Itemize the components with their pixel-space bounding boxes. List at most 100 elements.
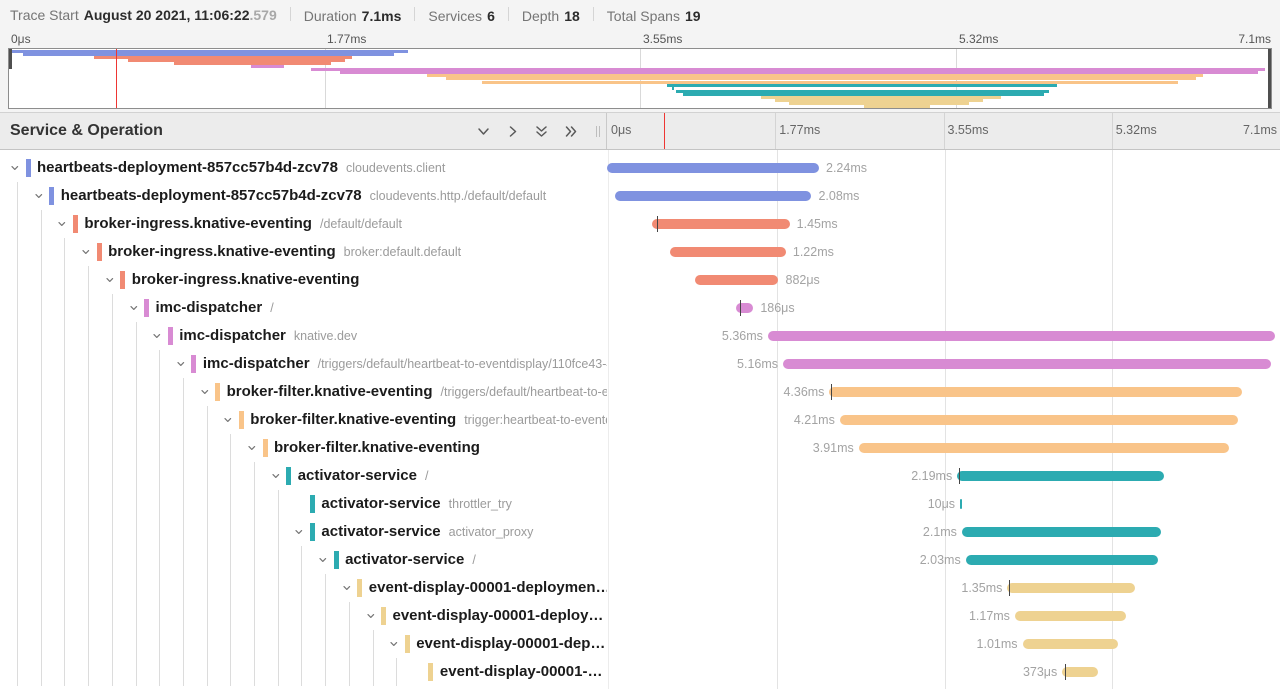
span-row[interactable]: broker-ingress.knative-eventing/default/… <box>0 210 1280 238</box>
span-bar[interactable] <box>829 387 1242 397</box>
expand-all-button[interactable] <box>560 121 580 141</box>
span-row[interactable]: event-display-00001-…373μs <box>0 658 1280 686</box>
minimap-right-handle[interactable] <box>1268 49 1271 108</box>
span-row[interactable]: event-display-00001-dep…1.01ms <box>0 630 1280 658</box>
trace-start-label: Trace Start <box>10 7 79 23</box>
span-log-marker <box>1065 664 1066 680</box>
operation-name: cloudevents.client <box>346 161 445 175</box>
operation-name: / <box>472 553 475 567</box>
span-duration-label: 3.91ms <box>813 434 854 462</box>
chevron-down-icon[interactable] <box>389 638 401 650</box>
span-row[interactable]: activator-servicethrottler_try10μs <box>0 490 1280 518</box>
span-row[interactable]: activator-service/2.03ms <box>0 546 1280 574</box>
span-bar[interactable] <box>859 443 1229 453</box>
column-resizer[interactable] <box>594 113 602 149</box>
span-row[interactable]: activator-service/2.19ms <box>0 462 1280 490</box>
chevron-down-icon[interactable] <box>318 554 330 566</box>
tree-indent-guide <box>112 378 113 406</box>
span-row[interactable]: imc-dispatcher/triggers/default/heartbea… <box>0 350 1280 378</box>
tree-indent-guide <box>64 238 65 266</box>
span-name-cell: imc-dispatcher/ <box>0 294 607 322</box>
span-row[interactable]: broker-filter.knative-eventing/triggers/… <box>0 378 1280 406</box>
chevron-down-icon[interactable] <box>57 218 69 230</box>
span-row[interactable]: imc-dispatcherknative.dev5.36ms <box>0 322 1280 350</box>
span-bar[interactable] <box>962 527 1161 537</box>
span-row[interactable]: heartbeats-deployment-857cc57b4d-zcv78cl… <box>0 182 1280 210</box>
double-chevron-right-icon <box>563 124 578 139</box>
chevron-down-icon[interactable] <box>129 302 141 314</box>
tree-indent-guide <box>230 546 231 574</box>
span-row[interactable]: heartbeats-deployment-857cc57b4d-zcv78cl… <box>0 154 1280 182</box>
span-bar[interactable] <box>615 191 812 201</box>
tree-indent-guide <box>136 602 137 630</box>
tree-indent-guide <box>17 266 18 294</box>
span-row[interactable]: event-display-00001-deploymen…1.35ms <box>0 574 1280 602</box>
span-bar[interactable] <box>960 499 962 509</box>
span-row[interactable]: broker-filter.knative-eventing3.91ms <box>0 434 1280 462</box>
tree-indent-guide <box>41 210 42 238</box>
span-bar[interactable] <box>966 555 1158 565</box>
collapse-one-button[interactable] <box>473 121 493 141</box>
span-row[interactable]: event-display-00001-deploy…1.17ms <box>0 602 1280 630</box>
span-bar[interactable] <box>783 359 1271 369</box>
tree-indent-guide <box>278 518 279 546</box>
span-bar[interactable] <box>736 303 754 313</box>
chevron-down-icon[interactable] <box>223 414 235 426</box>
tree-indent-guide <box>136 574 137 602</box>
span-bar[interactable] <box>957 471 1164 481</box>
span-bar[interactable] <box>695 275 778 285</box>
tree-indent-guide <box>41 490 42 518</box>
span-row[interactable]: broker-ingress.knative-eventingbroker:de… <box>0 238 1280 266</box>
span-bar[interactable] <box>652 219 789 229</box>
chevron-down-icon[interactable] <box>176 358 188 370</box>
chevron-down-icon[interactable] <box>271 470 283 482</box>
chevron-down-icon[interactable] <box>294 526 306 538</box>
chevron-down-icon[interactable] <box>10 162 22 174</box>
tree-indent-guide <box>183 518 184 546</box>
span-row[interactable]: broker-filter.knative-eventingtrigger:he… <box>0 406 1280 434</box>
tree-indent-guide <box>64 350 65 378</box>
tree-controls <box>473 121 580 141</box>
tree-indent-guide <box>278 490 279 518</box>
service-name-text: activator-service <box>345 551 464 568</box>
summary-item: Services6 <box>428 8 494 24</box>
chevron-down-icon[interactable] <box>247 442 259 454</box>
span-bar[interactable] <box>1062 667 1097 677</box>
span-bar[interactable] <box>1023 639 1119 649</box>
span-row[interactable]: activator-serviceactivator_proxy2.1ms <box>0 518 1280 546</box>
trace-start-value: August 20 2021, 11:06:22.579 <box>84 7 277 23</box>
span-duration-label: 5.16ms <box>737 350 778 378</box>
span-duration-label: 2.08ms <box>818 182 859 210</box>
chevron-down-glyph <box>342 583 354 595</box>
minimap-left-handle[interactable] <box>9 49 12 69</box>
span-bar[interactable] <box>607 163 819 173</box>
span-bar[interactable] <box>1015 611 1126 621</box>
chevron-down-icon[interactable] <box>366 610 378 622</box>
tree-indent-guide <box>136 434 137 462</box>
tree-indent-guide <box>278 574 279 602</box>
summary-item-value: 18 <box>564 8 580 24</box>
expand-one-button[interactable] <box>502 121 522 141</box>
tree-indent-guide <box>88 462 89 490</box>
tree-indent-guide <box>230 574 231 602</box>
collapse-all-button[interactable] <box>531 121 551 141</box>
minimap-canvas[interactable] <box>8 48 1272 109</box>
span-bar[interactable] <box>840 415 1238 425</box>
span-row[interactable]: broker-ingress.knative-eventing882μs <box>0 266 1280 294</box>
tree-indent-guide <box>41 518 42 546</box>
span-bar[interactable] <box>768 331 1275 341</box>
chevron-down-icon[interactable] <box>342 582 354 594</box>
tree-indent-guide <box>254 658 255 686</box>
chevron-down-icon[interactable] <box>34 190 46 202</box>
span-row[interactable]: imc-dispatcher/186μs <box>0 294 1280 322</box>
chevron-down-icon[interactable] <box>81 246 93 258</box>
chevron-down-icon[interactable] <box>105 274 117 286</box>
span-bar[interactable] <box>1007 583 1135 593</box>
service-name-text: broker-ingress.knative-eventing <box>108 243 336 260</box>
minimap-span-bar <box>672 87 674 90</box>
service-name: event-display-00001-deploymen… <box>369 574 607 602</box>
chevron-down-icon[interactable] <box>152 330 164 342</box>
chevron-down-icon[interactable] <box>200 386 212 398</box>
span-bar[interactable] <box>670 247 785 257</box>
chevron-down-glyph <box>129 303 141 315</box>
